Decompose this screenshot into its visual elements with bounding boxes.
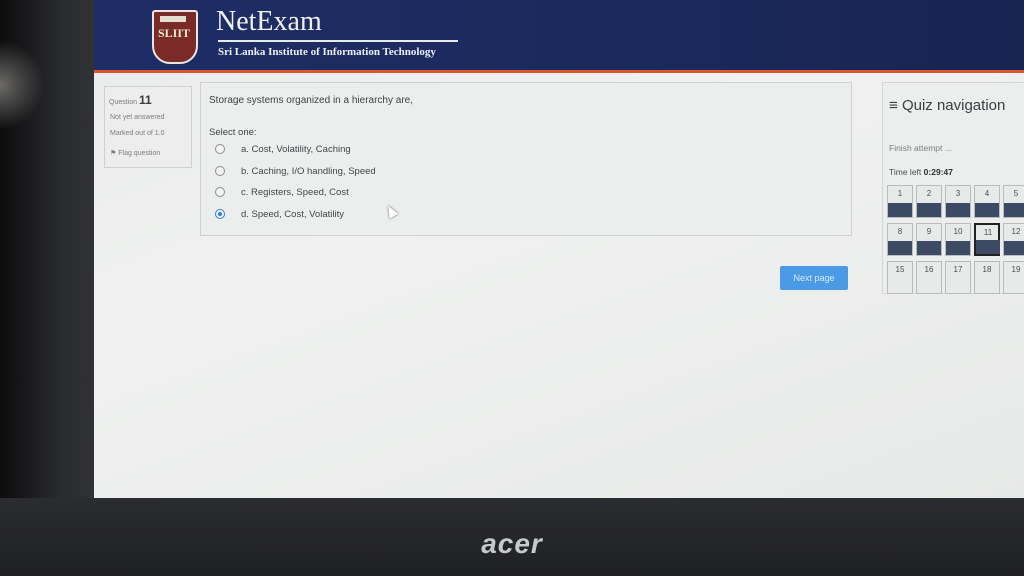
quiz-nav-number: 12 <box>1011 227 1021 236</box>
next-page-button[interactable]: Next page <box>780 266 848 290</box>
quiz-nav-question-18[interactable]: 18 <box>974 261 1000 294</box>
flag-icon: ⚑ <box>110 150 117 157</box>
radio-a[interactable] <box>215 144 225 155</box>
time-left: Time left 0:29:47 <box>889 167 953 177</box>
answered-indicator <box>888 241 912 255</box>
menu-icon: ≡ <box>889 97 898 114</box>
quiz-nav-question-8[interactable]: 8 <box>887 223 913 256</box>
option-a[interactable]: a. Cost, Volatility, Caching <box>215 144 351 155</box>
laptop-brand-logo: acer <box>481 528 543 559</box>
answered-indicator <box>976 240 1000 254</box>
brand-subtitle: Sri Lanka Institute of Information Techn… <box>218 46 436 58</box>
answered-indicator <box>975 203 999 217</box>
radio-d[interactable] <box>215 209 225 220</box>
quiz-nav-number: 9 <box>926 227 932 236</box>
answered-indicator <box>917 203 941 217</box>
quiz-nav-number: 19 <box>1011 265 1021 274</box>
quiz-nav-question-19[interactable]: 19 <box>1003 261 1024 294</box>
option-d[interactable]: d. Speed, Cost, Volatility <box>215 209 344 220</box>
answered-indicator <box>946 203 970 217</box>
header-accent-line <box>94 70 1024 73</box>
option-c[interactable]: c. Registers, Speed, Cost <box>215 187 349 198</box>
answered-indicator <box>1004 203 1024 217</box>
quiz-nav-question-3[interactable]: 3 <box>945 185 971 218</box>
quiz-nav-question-10[interactable]: 10 <box>945 223 971 256</box>
answered-indicator <box>917 241 941 255</box>
quiz-nav-question-12[interactable]: 12 <box>1003 223 1024 256</box>
quiz-navigation-panel: ≡ Quiz navigation Finish attempt ... Tim… <box>882 82 1024 294</box>
quiz-nav-number: 2 <box>926 189 932 198</box>
quiz-nav-number: 10 <box>953 227 963 236</box>
question-status: Not yet answered <box>110 114 165 121</box>
quiz-navigation-title: ≡ Quiz navigation <box>889 97 1006 114</box>
quiz-nav-question-15[interactable]: 15 <box>887 261 913 294</box>
quiz-nav-question-2[interactable]: 2 <box>916 185 942 218</box>
finish-attempt-link[interactable]: Finish attempt ... <box>889 143 952 153</box>
answered-indicator <box>1004 241 1024 255</box>
brand-title: NetExam <box>216 6 322 37</box>
brand-divider <box>218 40 458 42</box>
quiz-nav-number: 1 <box>897 189 903 198</box>
select-one-label: Select one: <box>209 127 257 138</box>
flag-question-link[interactable]: ⚑ Flag question <box>110 149 160 157</box>
quiz-nav-number: 8 <box>897 227 903 236</box>
answered-indicator <box>888 203 912 217</box>
question-box: Storage systems organized in a hierarchy… <box>200 82 852 236</box>
quiz-nav-question-5[interactable]: 5 <box>1003 185 1024 218</box>
sliit-logo-icon: SLIIT <box>152 10 198 64</box>
quiz-nav-number: 17 <box>953 265 963 274</box>
question-text: Storage systems organized in a hierarchy… <box>209 95 413 106</box>
quiz-nav-number: 3 <box>955 189 961 198</box>
question-marks: Marked out of 1.0 <box>110 130 165 137</box>
screen: SLIIT NetExam Sri Lanka Institute of Inf… <box>94 0 1024 500</box>
question-info-box: Question 11 Not yet answered Marked out … <box>104 86 192 168</box>
radio-c[interactable] <box>215 187 225 198</box>
quiz-nav-question-1[interactable]: 1 <box>887 185 913 218</box>
quiz-nav-number: 15 <box>895 265 905 274</box>
option-b[interactable]: b. Caching, I/O handling, Speed <box>215 166 376 177</box>
radio-b[interactable] <box>215 166 225 177</box>
quiz-nav-number: 18 <box>982 265 992 274</box>
quiz-nav-number: 5 <box>1013 189 1019 198</box>
quiz-nav-question-17[interactable]: 17 <box>945 261 971 294</box>
quiz-nav-number: 16 <box>924 265 934 274</box>
quiz-nav-question-4[interactable]: 4 <box>974 185 1000 218</box>
question-number: Question 11 <box>109 93 152 107</box>
quiz-nav-question-9[interactable]: 9 <box>916 223 942 256</box>
quiz-nav-question-11[interactable]: 11 <box>974 223 1000 256</box>
answered-indicator <box>946 241 970 255</box>
quiz-nav-question-16[interactable]: 16 <box>916 261 942 294</box>
quiz-nav-number: 11 <box>983 228 993 237</box>
site-header: SLIIT NetExam Sri Lanka Institute of Inf… <box>94 0 1024 70</box>
quiz-nav-number: 4 <box>984 189 990 198</box>
